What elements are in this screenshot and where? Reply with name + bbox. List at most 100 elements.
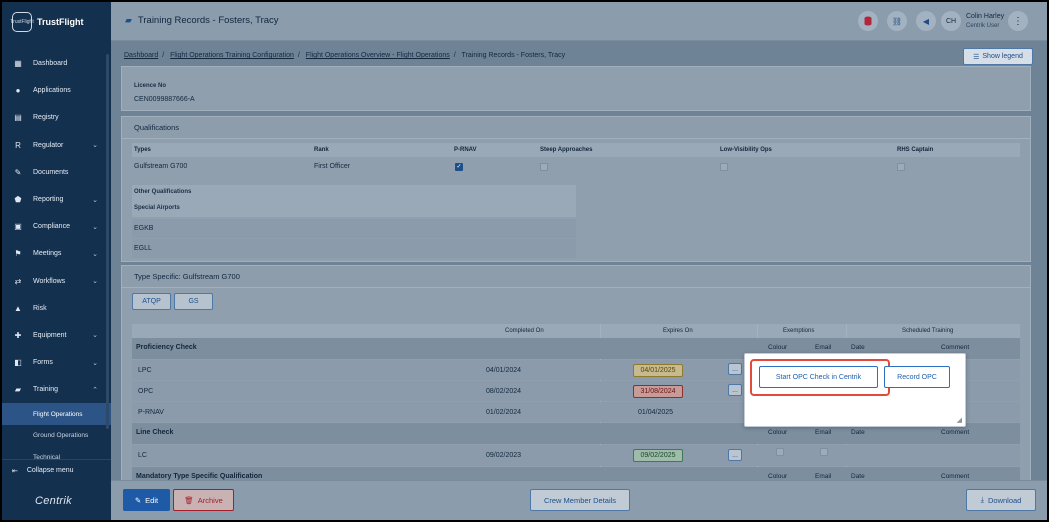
database-icon[interactable] xyxy=(858,11,878,31)
row-name: OPC xyxy=(138,388,154,395)
breadcrumb-training-config[interactable]: Flight Operations Training Configuration xyxy=(170,52,294,59)
user-icon: ● xyxy=(15,86,21,96)
trustflight-logo: TrustFlight xyxy=(10,12,34,32)
steep-approaches-checkbox[interactable] xyxy=(540,163,548,171)
brand[interactable]: TrustFlight TrustFlight xyxy=(10,10,84,34)
avatar[interactable]: CH xyxy=(941,11,961,31)
forms-icon: ◧ xyxy=(14,358,22,368)
sidebar-item-label: Dashboard xyxy=(33,60,68,68)
breadcrumb-overview[interactable]: Flight Operations Overview - Flight Oper… xyxy=(306,52,450,59)
more-menu-icon[interactable]: ⋮ xyxy=(1008,11,1028,31)
breadcrumb-current: Training Records - Fosters, Tracy xyxy=(461,52,566,59)
chevron-down-icon: ⌄ xyxy=(92,196,98,204)
chevron-down-icon: ⌄ xyxy=(92,142,98,150)
centrik-logo: Centrik xyxy=(35,495,72,507)
show-legend-button[interactable]: ☰ Show legend xyxy=(963,48,1033,65)
sidebar-item-label: Risk xyxy=(33,304,47,312)
row-completed: 01/02/2024 xyxy=(486,409,522,416)
sidebar-item-risk[interactable]: ▲ Risk xyxy=(2,295,111,322)
sidebar-subitem-ground-operations[interactable]: Ground Operations xyxy=(2,425,111,447)
chevron-down-icon: ⌄ xyxy=(92,359,98,367)
download-label: Download xyxy=(987,495,1022,505)
row-completed: 08/02/2024 xyxy=(486,388,522,395)
archive-button[interactable]: 🗑 Archive xyxy=(173,489,234,511)
brand-name: TrustFlight xyxy=(37,17,84,27)
expiry-badge: 04/01/2025 xyxy=(633,364,683,377)
sub-col-colour: Colour xyxy=(768,473,788,480)
breadcrumb-dashboard[interactable]: Dashboard xyxy=(124,52,158,59)
sidebar-item-label: Meetings xyxy=(33,250,62,258)
crew-member-details-button[interactable]: Crew Member Details xyxy=(530,489,630,511)
row-expires: 01/04/2025 xyxy=(638,409,674,416)
shield-icon: ⬟ xyxy=(14,195,22,205)
edit-button[interactable]: ✎ Edit xyxy=(123,489,170,511)
qual-rank: First Officer xyxy=(314,163,351,170)
sidebar-item-dashboard[interactable]: ▦ Dashboard xyxy=(2,50,111,77)
graduation-cap-icon: ▰ xyxy=(14,385,22,395)
col-types: Types xyxy=(134,147,151,153)
sidebar-scrollbar[interactable] xyxy=(106,54,109,429)
qualifications-title: Qualifications xyxy=(122,117,1030,139)
sub-col-comment: Comment xyxy=(941,473,970,480)
sub-col-colour: Colour xyxy=(768,344,788,351)
low-visibility-checkbox[interactable] xyxy=(720,163,728,171)
qualifications-card: Qualifications Types Rank P-RNAV Steep A… xyxy=(121,116,1031,262)
sidebar-item-label: Regulator xyxy=(33,141,64,149)
sub-col-comment: Comment xyxy=(941,429,970,436)
megaphone-icon[interactable]: ◀ xyxy=(916,11,936,31)
sub-col-colour: Colour xyxy=(768,429,788,436)
tab-gs[interactable]: GS xyxy=(174,293,213,310)
sidebar-item-regulator[interactable]: R Regulator ⌄ xyxy=(2,132,111,159)
book-icon: ▤ xyxy=(14,113,22,123)
sidebar-item-label: Workflows xyxy=(33,277,66,285)
airport-row: EGKB xyxy=(132,219,576,238)
download-button[interactable]: ⤓ Download xyxy=(966,489,1036,511)
chevron-down-icon: ⌄ xyxy=(92,223,98,231)
table-row: LC 09/02/2023 09/02/2025 ... xyxy=(132,445,1020,466)
show-legend-label: Show legend xyxy=(982,53,1023,60)
clipboard-icon: ▣ xyxy=(14,222,22,232)
sub-col-email: Email xyxy=(815,429,832,436)
exemption-colour-checkbox[interactable] xyxy=(776,448,784,456)
start-opc-check-button[interactable]: Start OPC Check in Centrik xyxy=(759,366,878,388)
tab-atqp[interactable]: ATQP xyxy=(132,293,171,310)
training-table-header: Completed On Expires On Exemptions Sched… xyxy=(132,324,1020,338)
sidebar-item-forms[interactable]: ◧ Forms ⌄ xyxy=(2,349,111,376)
record-opc-button[interactable]: Record OPC xyxy=(884,366,950,388)
row-actions-button[interactable]: ... xyxy=(728,363,742,375)
resize-handle-icon[interactable]: ◢ xyxy=(957,416,962,424)
pencil-icon: ✎ xyxy=(134,495,142,505)
app-window: TrustFlight TrustFlight ▦ Dashboard ● Appli… xyxy=(2,2,1047,520)
row-actions-button[interactable]: ... xyxy=(728,384,742,396)
licence-card: Licence No CEN0099887666-A xyxy=(121,66,1031,111)
rhs-captain-checkbox[interactable] xyxy=(897,163,905,171)
page-title-text: Training Records - Fosters, Tracy xyxy=(137,15,279,26)
sidebar-item-label: Forms xyxy=(33,359,53,367)
sidebar-item-documents[interactable]: ✎ Documents xyxy=(2,159,111,186)
type-specific-title: Type Specific: Gulfstream G700 xyxy=(122,266,1030,288)
sidebar-item-equipment[interactable]: ✚ Equipment ⌄ xyxy=(2,322,111,349)
sidebar-item-label: Equipment xyxy=(33,331,67,339)
section-label: Mandatory Type Specific Qualification xyxy=(136,473,263,480)
sidebar-subitem-flight-operations[interactable]: Flight Operations xyxy=(2,403,111,425)
sidebar-item-compliance[interactable]: ▣ Compliance ⌄ xyxy=(2,213,111,240)
sidebar-item-training[interactable]: ▰ Training ⌃ xyxy=(2,376,111,403)
row-completed: 09/02/2023 xyxy=(486,452,522,459)
p-rnav-checkbox[interactable]: ✓ xyxy=(455,163,463,171)
sidebar-item-label: Compliance xyxy=(33,223,70,231)
user-name: Colin Harley xyxy=(966,13,1005,20)
sidebar-item-workflows[interactable]: ⇄ Workflows ⌄ xyxy=(2,268,111,295)
section-mandatory-type-specific: Mandatory Type Specific Qualification Co… xyxy=(132,467,1020,480)
regulator-icon: R xyxy=(15,140,21,150)
collapse-menu-button[interactable]: ⇤ Collapse menu xyxy=(2,459,111,481)
exemption-email-checkbox[interactable] xyxy=(820,448,828,456)
link-icon[interactable]: ⛓ xyxy=(887,11,907,31)
col-rhs-captain: RHS Captain xyxy=(897,147,934,153)
col-p-rnav: P-RNAV xyxy=(454,147,477,153)
sidebar-item-meetings[interactable]: ⚑ Meetings ⌄ xyxy=(2,240,111,267)
row-completed: 04/01/2024 xyxy=(486,367,522,374)
sidebar-item-applications[interactable]: ● Applications xyxy=(2,77,111,104)
sidebar-item-reporting[interactable]: ⬟ Reporting ⌄ xyxy=(2,186,111,213)
sidebar-item-registry[interactable]: ▤ Registry xyxy=(2,104,111,131)
row-actions-button[interactable]: ... xyxy=(728,449,742,461)
